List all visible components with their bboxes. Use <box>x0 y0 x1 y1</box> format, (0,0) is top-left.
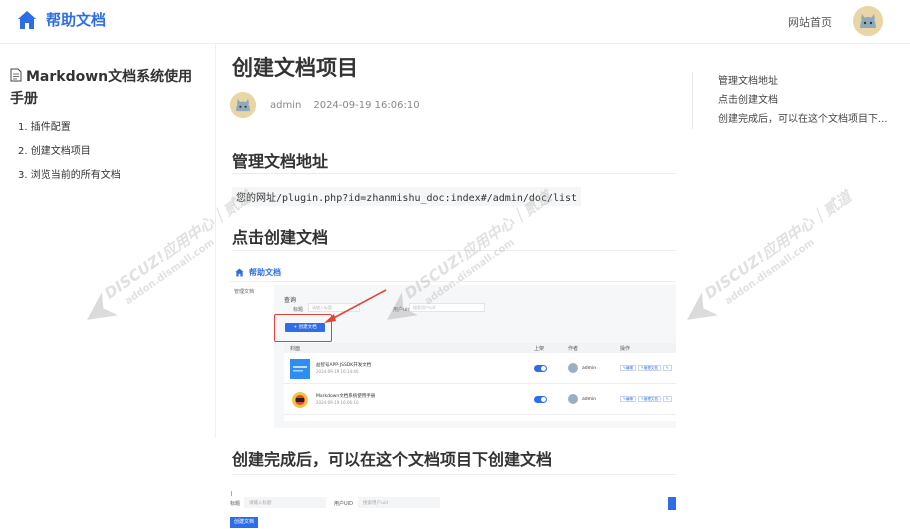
article-meta: admin 2024-09-19 16:06:10 <box>230 92 420 118</box>
row-date: 2024-09-19 16:14:40 <box>316 369 359 374</box>
publish-toggle <box>534 365 547 372</box>
admin-url-code: 您的网址/plugin.php?id=zhanmishu_doc:index#/… <box>232 187 582 206</box>
heading-divider <box>232 173 676 174</box>
nav-home-link[interactable]: 网站首页 <box>788 14 832 30</box>
row-author: admin <box>582 366 597 371</box>
shot-search-button <box>668 497 676 510</box>
cover-thumbnail <box>290 359 310 379</box>
heading-divider <box>232 250 676 251</box>
section-heading-after-create: 创建完成后，可以在这个文档项目下创建文档 <box>232 450 553 469</box>
shot-table-row: Markdown文档系统使用手册 2024-09-19 16:06:10 adm… <box>284 385 676 415</box>
toc-item-after-create[interactable]: 创建完成后，可以在这个文档项目下... <box>718 110 902 129</box>
author-name: admin <box>270 99 302 111</box>
sidebar-item-create-project[interactable]: 2. 创建文档项目 <box>18 144 121 168</box>
shot-uid-input: 搜索用户uid <box>409 303 485 312</box>
shot-query-label: 查询 <box>284 297 297 304</box>
watermark-text: DISCUZ!应用中心｜贰道 <box>701 186 855 303</box>
shot-brand-text: 帮助文档 <box>249 268 281 277</box>
home-icon <box>235 268 244 277</box>
sidebar-list: 1. 插件配置 2. 创建文档项目 3. 浏览当前的所有文档 <box>18 120 121 192</box>
shot-doc-table: 封面 上架 作者 操作 益智号APP-JSSDK开发文档 2024-09-19 … <box>284 343 676 421</box>
shot-uid-label: 用户UID <box>334 501 353 507</box>
shot-title-label: 标题 <box>230 501 241 507</box>
watermark: DISCUZ!应用中心｜贰道 addon.dismall.com <box>687 186 855 320</box>
screenshot-create-doc: 标题 请输入标题 用户UID 搜索用户uid 创建文档 <box>230 491 676 529</box>
shot-col-ops: 操作 <box>620 346 631 352</box>
shot-sidebar-item: 管理文档 <box>234 289 255 295</box>
shot-divider <box>231 491 232 496</box>
document-icon <box>10 68 22 82</box>
shot-col-cover: 封面 <box>290 346 301 352</box>
shot-create-button: 创建文档 <box>230 517 258 528</box>
top-bar: 帮助文档 网站首页 <box>0 0 910 44</box>
shot-divider <box>230 281 676 282</box>
row-author: admin <box>582 397 597 402</box>
row-edit-button: ✎编辑 <box>620 396 636 402</box>
row-avatar <box>568 363 578 373</box>
row-actions: ✎编辑 ✎管理文档 ✎ <box>620 365 672 371</box>
arrow-icon <box>324 289 387 323</box>
section-heading-manage-url: 管理文档地址 <box>232 152 329 171</box>
shot-uid-input: 搜索用户uid <box>358 497 440 508</box>
avatar-cat-icon <box>230 92 256 118</box>
avatar-cat-icon <box>853 6 883 36</box>
publish-date: 2024-09-19 16:06:10 <box>313 99 420 111</box>
row-title: 益智号APP-JSSDK开发文档 <box>316 363 372 368</box>
sidebar-title: Markdown文档系统使用手册 <box>10 66 206 110</box>
row-date: 2024-09-19 16:06:10 <box>316 400 359 405</box>
row-manage-button: ✎管理文档 <box>637 365 661 371</box>
sidebar-item-browse-docs[interactable]: 3. 浏览当前的所有文档 <box>18 168 121 192</box>
watermark-url: addon.dismall.com <box>723 237 816 307</box>
shot-brand: 帮助文档 <box>235 267 281 278</box>
user-avatar[interactable] <box>853 6 883 36</box>
section-heading-click-create: 点击创建文档 <box>232 228 329 247</box>
shot-table-row: 益智号APP-JSSDK开发文档 2024-09-19 16:14:40 adm… <box>284 354 676 384</box>
row-edit-button: ✎编辑 <box>620 365 636 371</box>
row-actions: ✎编辑 ✎管理文档 ✎ <box>620 396 672 402</box>
brand-title: 帮助文档 <box>46 11 107 29</box>
shot-table-header: 封面 上架 作者 操作 <box>284 343 676 353</box>
row-avatar <box>568 394 578 404</box>
table-of-contents: 管理文档地址 点击创建文档 创建完成后，可以在这个文档项目下... <box>692 72 902 129</box>
page-title: 创建文档项目 <box>232 56 358 80</box>
screenshot-admin-doc-list: 帮助文档 管理文档 查询 标题 请输入标题 用户uid 搜索用户uid + 创建… <box>230 263 676 428</box>
author-avatar <box>230 92 256 118</box>
brand-link[interactable]: 帮助文档 <box>17 9 106 30</box>
row-title: Markdown文档系统使用手册 <box>316 394 376 399</box>
row-more-button: ✎ <box>662 396 672 402</box>
cover-thumbnail <box>292 392 308 408</box>
row-manage-button: ✎管理文档 <box>637 396 661 402</box>
row-more-button: ✎ <box>662 365 672 371</box>
publish-toggle <box>534 396 547 403</box>
toc-item-manage-url[interactable]: 管理文档地址 <box>718 72 902 91</box>
sidebar-title-text: Markdown文档系统使用手册 <box>10 69 193 107</box>
shot-col-author: 作者 <box>568 346 579 352</box>
home-icon <box>18 10 36 29</box>
heading-divider <box>232 474 676 475</box>
shot-col-publish: 上架 <box>534 346 545 352</box>
sidebar: Markdown文档系统使用手册 1. 插件配置 2. 创建文档项目 3. 浏览… <box>0 44 216 438</box>
sidebar-item-plugin-config[interactable]: 1. 插件配置 <box>18 120 121 144</box>
toc-item-click-create[interactable]: 点击创建文档 <box>718 91 902 110</box>
shot-title-label: 标题 <box>293 307 304 313</box>
shot-title-input: 请输入标题 <box>244 497 326 508</box>
